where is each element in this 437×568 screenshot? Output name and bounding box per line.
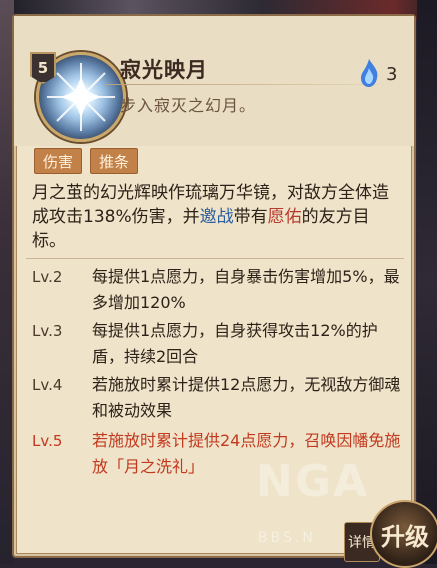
description-text-2: 带有 [233, 207, 268, 227]
level-label: Lv.4 [32, 376, 63, 394]
fire-cost-value: 3 [386, 64, 398, 85]
level-label: Lv.3 [32, 322, 63, 340]
skill-name: 寂光映月 [120, 58, 208, 82]
skill-description: 月之茧的幻光辉映作琉璃万华镜，对敌方全体造成攻击138%伤害，并邀战带有愿佑的友… [32, 181, 402, 253]
skill-subtitle: 步入寂灭之幻月。 [120, 96, 257, 115]
section-divider [26, 258, 404, 259]
header-divider [106, 84, 396, 85]
watermark-site: BBS.N [258, 530, 316, 546]
level-effect: 每提供1点愿力，自身暴击伤害增加5%，最多增加120% [92, 267, 400, 312]
blue-fire-icon [361, 59, 378, 87]
background-right [417, 0, 437, 564]
level-label: Lv.5 [32, 432, 63, 450]
keyword-invite[interactable]: 邀战 [200, 207, 234, 227]
level-label: Lv.2 [32, 268, 63, 286]
keyword-bless[interactable]: 愿佑 [268, 207, 302, 227]
level-effect: 每提供1点愿力，自身获得攻击12%的护盾，持续2回合 [92, 321, 378, 366]
level-effect: 若施放时累计提供12点愿力，无视敌方御魂和被动效果 [92, 375, 401, 420]
tag-damage: 伤害 [34, 148, 83, 174]
tag-push: 推条 [90, 148, 139, 174]
upgrade-button[interactable]: 升级 [370, 500, 437, 568]
